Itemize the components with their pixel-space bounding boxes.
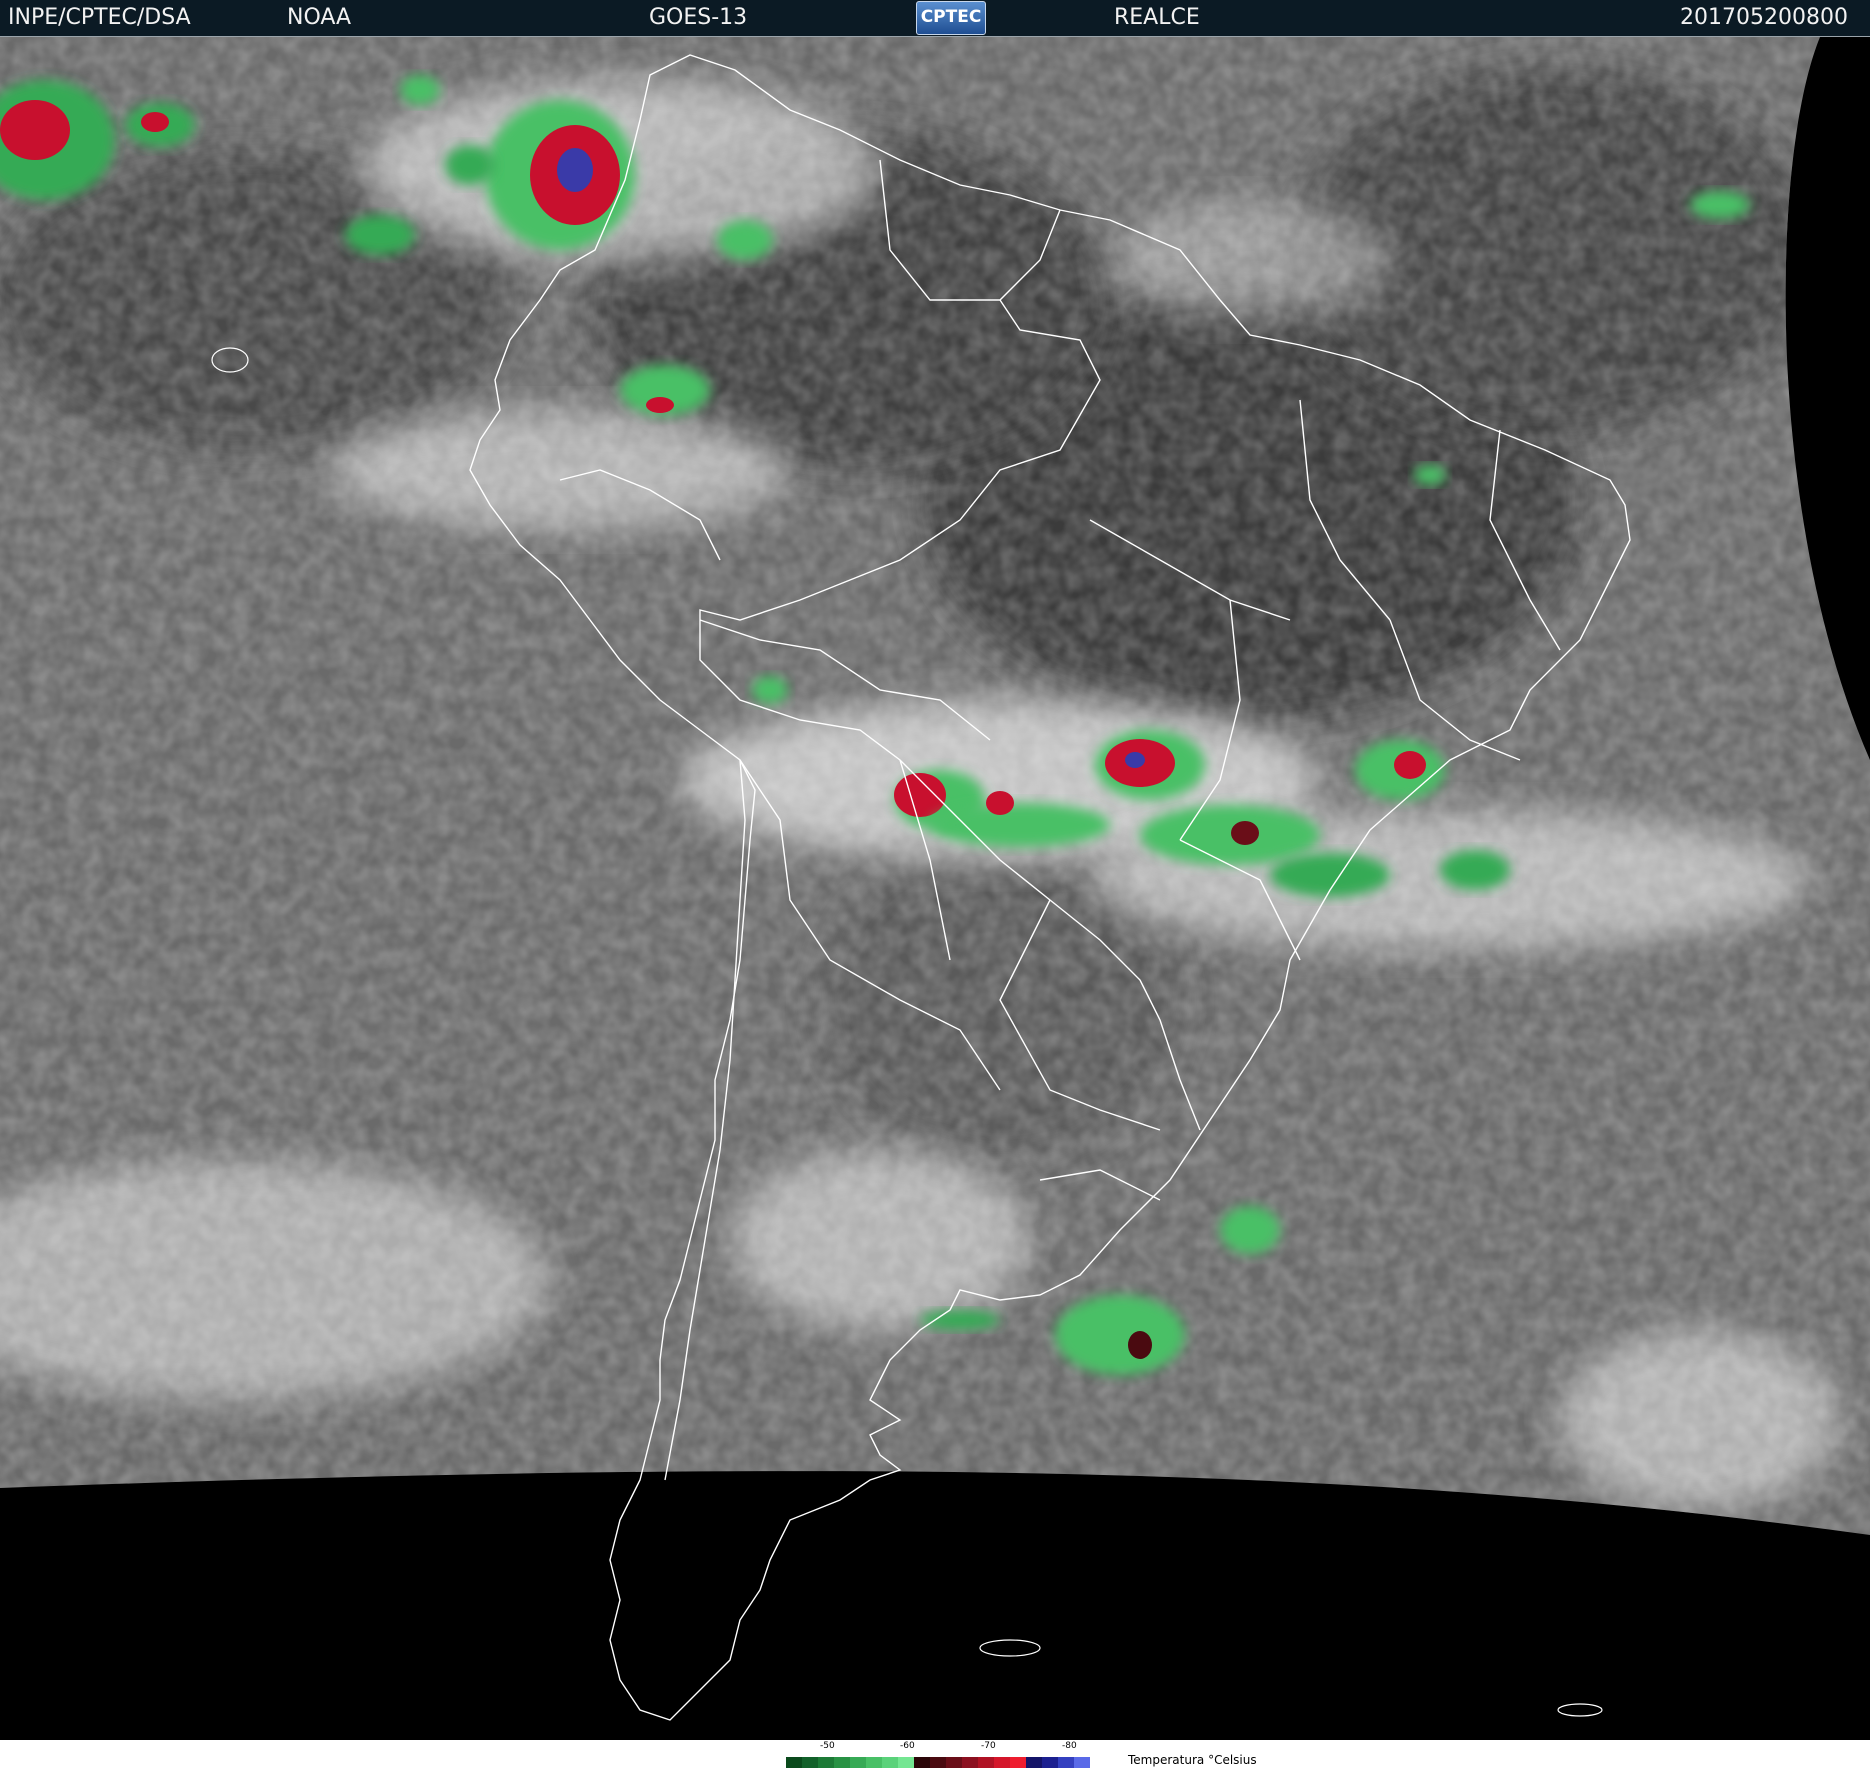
colorbar-swatch (930, 1757, 946, 1768)
timestamp-label: 201705200800 (1680, 5, 1848, 30)
legend-tick-minus50: -50 (820, 1741, 835, 1751)
colorbar-swatch (1074, 1757, 1090, 1768)
legend-title: Temperatura °Celsius (1128, 1753, 1257, 1767)
colorbar-swatch (786, 1757, 802, 1768)
colorbar-swatch (866, 1757, 882, 1768)
colorbar-swatch (1026, 1757, 1042, 1768)
temperature-colorbar (786, 1757, 1090, 1768)
source-label: INPE/CPTEC/DSA (8, 5, 191, 30)
colorbar-swatch (850, 1757, 866, 1768)
colorbar-swatch (914, 1757, 930, 1768)
legend-strip: -50 -60 -70 -80 Temperatura °Celsius (0, 1740, 1870, 1770)
colorbar-swatch (1010, 1757, 1026, 1768)
colorbar-swatch (834, 1757, 850, 1768)
colorbar-swatch (994, 1757, 1010, 1768)
colorbar-swatch (962, 1757, 978, 1768)
legend-tick-minus60: -60 (900, 1741, 915, 1751)
colorbar-swatch (978, 1757, 994, 1768)
agency-label: NOAA (287, 5, 352, 30)
colorbar-swatch (818, 1757, 834, 1768)
image-header: INPE/CPTEC/DSA NOAA GOES-13 CPTEC REALCE… (0, 0, 1870, 37)
map-canvas (0, 37, 1870, 1740)
colorbar-swatch (1058, 1757, 1074, 1768)
colorbar-swatch (898, 1757, 914, 1768)
colorbar-swatch (946, 1757, 962, 1768)
satellite-label: GOES-13 (649, 5, 748, 30)
colorbar-swatch (1042, 1757, 1058, 1768)
legend-tick-minus80: -80 (1062, 1741, 1077, 1751)
legend-tick-minus70: -70 (981, 1741, 996, 1751)
cptec-logo: CPTEC (916, 1, 986, 35)
satellite-map (0, 37, 1870, 1740)
colorbar-swatch (882, 1757, 898, 1768)
enhancement-label: REALCE (1114, 5, 1200, 30)
colorbar-swatch (802, 1757, 818, 1768)
